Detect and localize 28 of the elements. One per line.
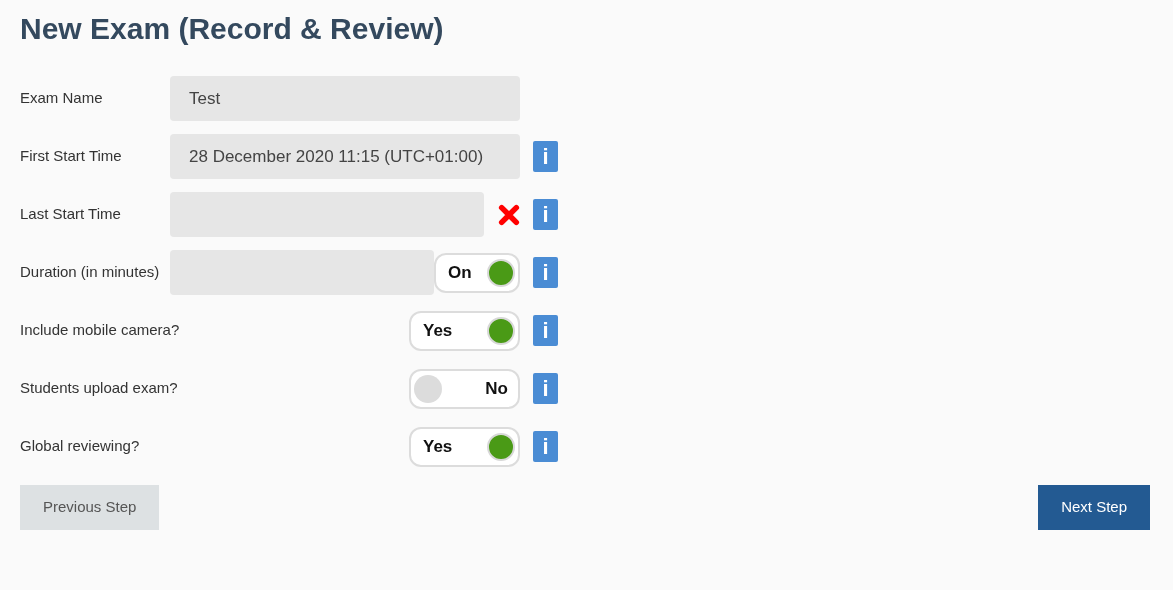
next-step-button[interactable]: Next Step [1038,485,1150,530]
toggle-switch[interactable]: Yes [409,310,520,351]
clear-icon[interactable] [498,203,520,226]
info-button[interactable]: i [533,431,558,462]
field-label: Include mobile camera? [20,320,180,341]
info-button[interactable]: i [533,315,558,346]
input-field[interactable]: Test [170,76,520,121]
field-label: Global reviewing? [20,436,140,457]
toggle-knob [487,258,515,287]
toggle-switch[interactable]: On [434,252,520,293]
field-label: Duration (in minutes) [20,262,160,283]
field-label: Exam Name [20,88,103,109]
info-button[interactable]: i [533,257,558,288]
input-field[interactable] [170,250,434,295]
info-button[interactable]: i [533,199,558,230]
toggle-switch[interactable]: No [409,368,520,409]
info-button[interactable]: i [533,141,558,172]
page-title: New Exam (Record & Review) [20,11,445,47]
toggle-knob [414,374,442,403]
field-label: Students upload exam? [20,378,178,399]
field-label: Last Start Time [20,204,121,225]
toggle-switch[interactable]: Yes [409,426,520,467]
field-label: First Start Time [20,146,122,167]
toggle-knob [487,432,515,461]
info-button[interactable]: i [533,373,558,404]
input-field[interactable]: 28 December 2020 11:15 (UTC+01:00) [170,134,520,179]
previous-step-button[interactable]: Previous Step [20,485,160,530]
toggle-knob [487,316,515,345]
